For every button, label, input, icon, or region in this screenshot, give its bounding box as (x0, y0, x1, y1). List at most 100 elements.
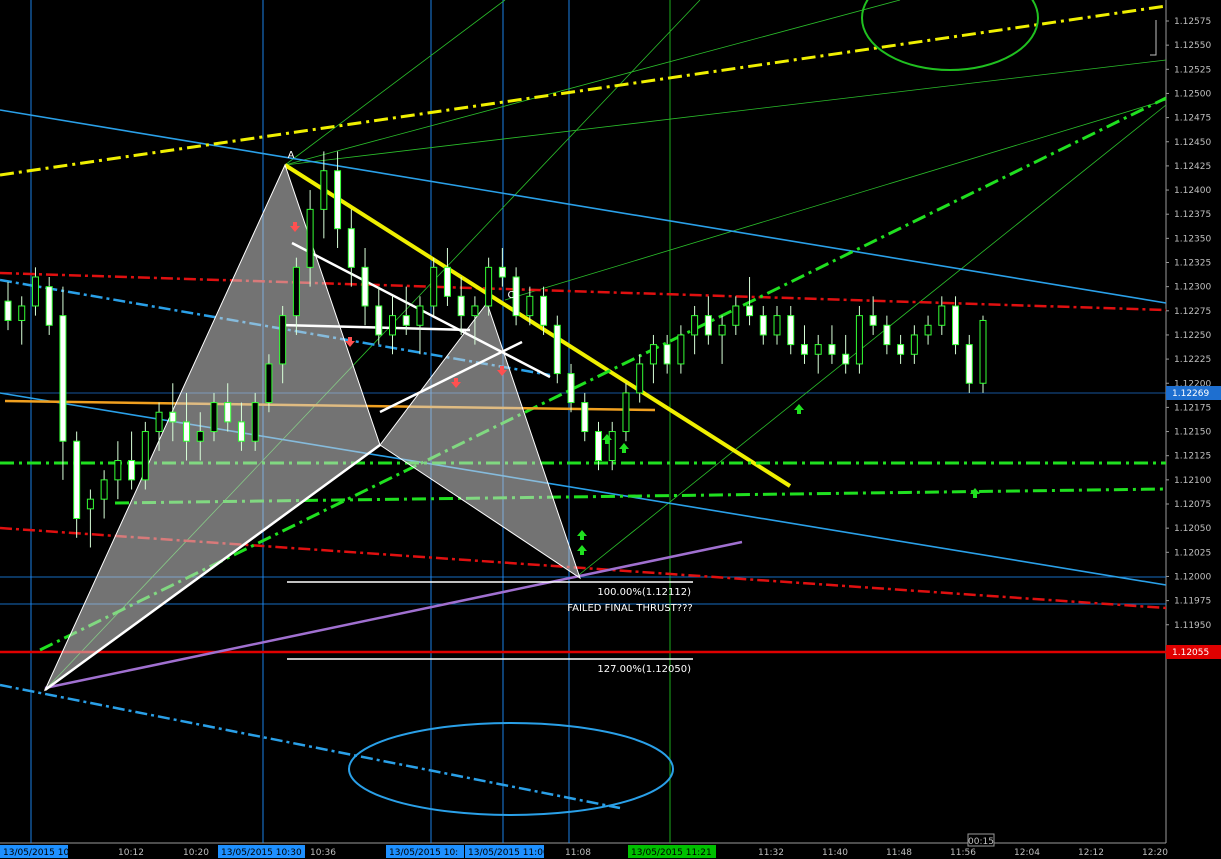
y-tick-label-18: 1.12125 (1174, 452, 1211, 462)
candle-body-6 (86, 498, 94, 510)
buy-arrow-0 (577, 530, 587, 540)
candle-body-36 (498, 266, 506, 278)
candle-body-41 (567, 373, 575, 404)
time-highlight-label-4: 13/05/2015 11:21 (631, 848, 712, 858)
candle-body-53 (732, 305, 740, 326)
candle-body-58 (800, 344, 808, 355)
fib-level-label-0: 100.00%(1.12112) (597, 587, 691, 598)
blue-ellipse (348, 722, 674, 816)
y-tick-label-22: 1.12025 (1174, 548, 1211, 558)
x-tick-label-2: 10:36 (310, 848, 336, 858)
y-tick-label-6: 1.12425 (1174, 162, 1211, 172)
candle-body-43 (594, 431, 602, 462)
fan-line-2 (284, 59, 1167, 166)
candle-body-3 (45, 286, 53, 326)
candle-body-55 (759, 315, 767, 336)
candle-body-59 (814, 344, 822, 355)
y-tick-label-19: 1.12100 (1174, 476, 1211, 486)
candle-body-26 (361, 266, 369, 307)
candle-body-34 (471, 305, 479, 317)
candle-body-11 (155, 411, 163, 433)
y-tick-label-10: 1.12325 (1174, 259, 1211, 269)
candle-body-2 (31, 276, 39, 307)
time-highlight-label-2: 13/05/2015 10: (389, 848, 458, 858)
candle-body-27 (375, 305, 383, 336)
y-tick-label-17: 1.12150 (1174, 428, 1211, 438)
pattern-triangle-bcd (379, 301, 581, 580)
price-tag-label-1: 1.12055 (1172, 648, 1209, 658)
y-tick-label-5: 1.12450 (1174, 138, 1211, 148)
x-tick-label-0: 10:12 (118, 848, 144, 858)
candle-body-4 (59, 315, 67, 442)
candle-body-63 (869, 315, 877, 326)
candle-body-10 (141, 431, 149, 481)
buy-arrow-5 (970, 488, 980, 498)
blue-trendline-upper (0, 109, 1167, 304)
candle-body-35 (485, 266, 493, 307)
candle-body-68 (938, 305, 946, 326)
candle-body-22 (306, 208, 314, 268)
buy-arrow-3 (619, 443, 629, 453)
candle-body-24 (334, 170, 342, 230)
y-tick-label-16: 1.12175 (1174, 403, 1211, 413)
y-tick-label-1: 1.12550 (1174, 41, 1211, 51)
candle-body-16 (224, 402, 232, 423)
candle-body-69 (952, 305, 960, 346)
candle-body-32 (443, 266, 451, 297)
x-tick-label-3: 11:08 (565, 848, 591, 858)
y-tick-label-3: 1.12500 (1174, 89, 1211, 99)
y-tick-label-25: 1.11950 (1174, 621, 1211, 631)
candle-body-7 (100, 479, 108, 500)
y-tick-label-7: 1.12400 (1174, 186, 1211, 196)
candle-body-9 (128, 460, 136, 481)
candle-body-17 (237, 421, 245, 442)
yellow-dashdot-line (0, 4, 1167, 177)
candle-body-60 (828, 344, 836, 355)
y-tick-label-21: 1.12050 (1174, 524, 1211, 534)
time-highlight-label-1: 13/05/2015 10:30 (221, 848, 302, 858)
y-tick-label-13: 1.12250 (1174, 331, 1211, 341)
candle-body-15 (210, 402, 218, 433)
x-tick-label-7: 11:56 (950, 848, 976, 858)
x-tick-label-4: 11:32 (758, 848, 784, 858)
red-dashdot-upper (0, 271, 1167, 312)
green-ellipse (861, 0, 1039, 71)
failed-thrust-annotation: FAILED FINAL THRUST??? (567, 603, 692, 614)
candle-body-71 (979, 319, 987, 384)
blue-dashdot-lower (0, 683, 621, 810)
y-tick-label-11: 1.12300 (1174, 283, 1211, 293)
candle-body-23 (320, 170, 328, 210)
candle-body-39 (540, 295, 548, 326)
candle-body-65 (897, 344, 905, 355)
fib-level-label-1: 127.00%(1.12050) (597, 664, 691, 675)
x-tick-label-9: 12:12 (1078, 848, 1104, 858)
candle-body-70 (965, 344, 973, 384)
candle-body-61 (842, 353, 850, 365)
candle-body-64 (883, 324, 891, 346)
time-highlight-label-3: 13/05/2015 11:00 (468, 848, 549, 858)
candle-body-33 (457, 295, 465, 317)
price-tag-label-0: 1.12269 (1172, 389, 1209, 399)
candle-body-8 (114, 460, 122, 481)
candle-body-20 (279, 315, 287, 365)
candle-body-31 (430, 266, 438, 307)
candle-body-54 (746, 305, 754, 317)
candle-body-48 (663, 344, 671, 365)
pattern-point-a: A (288, 150, 295, 161)
price-chart[interactable]: 100.00%(1.12112) 127.00%(1.12050) FAILED F… (0, 0, 1221, 859)
countdown-label: 00:15 (968, 837, 994, 847)
fan-line-4 (574, 104, 1167, 579)
candle-body-29 (402, 315, 410, 326)
fan-line-0 (284, 0, 506, 166)
candle-body-50 (691, 315, 699, 336)
candle-body-28 (389, 315, 397, 336)
y-tick-label-23: 1.12000 (1174, 572, 1211, 582)
candle-body-62 (855, 315, 863, 365)
candle-body-19 (265, 363, 273, 404)
candle-body-40 (553, 324, 561, 375)
x-tick-label-1: 10:20 (183, 848, 209, 858)
time-highlight-label-0: 13/05/2015 10:01 (3, 848, 84, 858)
candle-body-0 (4, 300, 12, 321)
x-tick-label-5: 11:40 (822, 848, 848, 858)
pattern-point-c: C (508, 290, 515, 301)
